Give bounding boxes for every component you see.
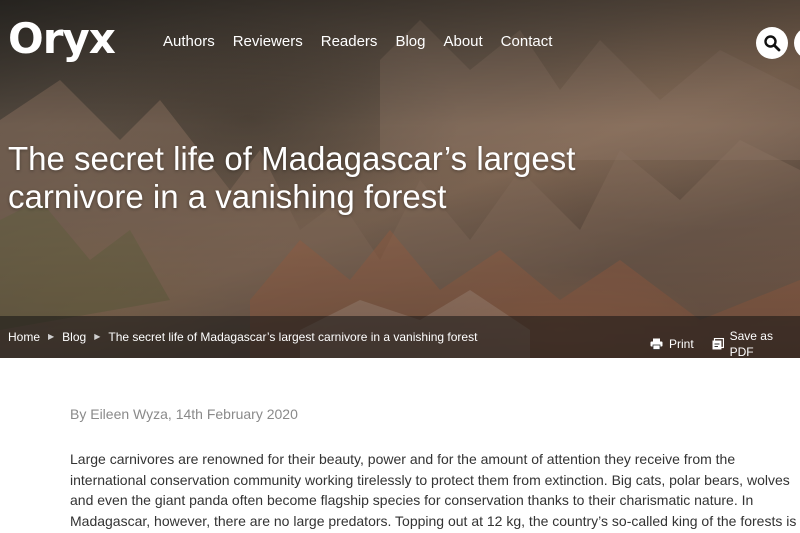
nav-item-contact[interactable]: Contact — [501, 32, 553, 52]
article-byline: By Eileen Wyza, 14th February 2020 — [70, 406, 298, 422]
breadcrumb-home[interactable]: Home — [8, 329, 40, 345]
save-pdf-label: Save as PDF — [729, 329, 773, 358]
nav-item-about[interactable]: About — [443, 32, 482, 52]
main-nav: Authors Reviewers Readers Blog About Con… — [163, 32, 570, 52]
page-title: The secret life of Madagascar’s largest … — [8, 140, 576, 215]
breadcrumb: Home ▶ Blog ▶ The secret life of Madagas… — [8, 329, 477, 345]
menu-button[interactable] — [794, 27, 800, 59]
article-paragraph: Large carnivores are renowned for their … — [70, 451, 797, 529]
breadcrumb-current: The secret life of Madagascar’s largest … — [108, 330, 478, 344]
breadcrumb-blog[interactable]: Blog — [62, 329, 86, 345]
nav-item-readers[interactable]: Readers — [321, 32, 378, 52]
site-logo[interactable]: Oryx — [8, 14, 116, 64]
nav-item-blog[interactable]: Blog — [395, 32, 425, 52]
save-pdf-button[interactable]: Save as PDF — [712, 328, 800, 358]
hero-banner: Oryx Authors Reviewers Readers Blog Abou… — [0, 0, 800, 358]
page-actions: Print Save as PDF — [650, 328, 800, 358]
search-button[interactable] — [756, 27, 788, 59]
triangle-right-icon: ▶ — [94, 332, 101, 341]
nav-item-reviewers[interactable]: Reviewers — [233, 32, 303, 52]
pdf-icon — [712, 338, 724, 350]
breadcrumb-bar: Home ▶ Blog ▶ The secret life of Madagas… — [0, 316, 800, 358]
header: Oryx Authors Reviewers Readers Blog Abou… — [0, 0, 800, 84]
triangle-right-icon: ▶ — [48, 332, 55, 341]
printer-icon — [650, 338, 663, 350]
nav-item-authors[interactable]: Authors — [163, 32, 215, 52]
print-button[interactable]: Print — [650, 336, 694, 352]
search-icon — [764, 35, 781, 52]
print-label: Print — [669, 337, 694, 351]
